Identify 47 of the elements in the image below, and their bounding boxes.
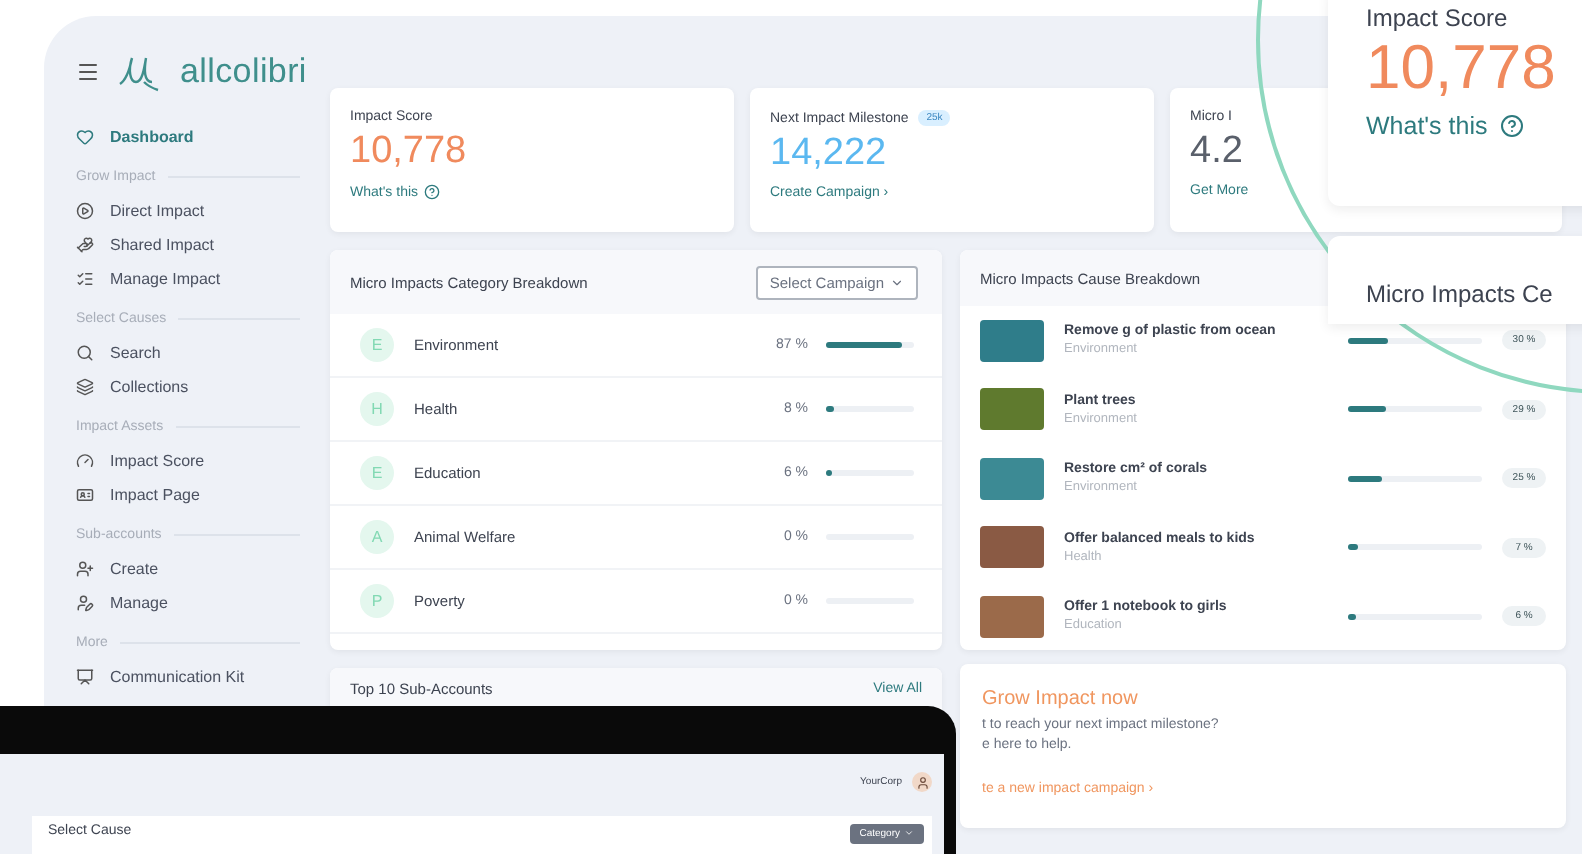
sidebar-icon — [76, 594, 94, 612]
sidebar-icon — [76, 344, 94, 362]
caret-icon — [890, 275, 904, 289]
photo-placeholder — [980, 319, 1044, 362]
sidebar-icon — [76, 128, 94, 146]
sidebar-icon — [76, 270, 94, 288]
sidebar-item[interactable]: Impact Page — [76, 478, 320, 512]
sidebar-icon — [76, 236, 94, 254]
sidebar-icon — [76, 486, 94, 504]
photo-placeholder — [980, 457, 1044, 500]
sidebar-item[interactable]: Dashboard — [76, 120, 320, 154]
sidebar-icon — [76, 560, 94, 578]
stat-value: 10,778 — [350, 130, 467, 174]
zoomed-value: 10,778 — [1366, 32, 1556, 104]
sidebar-item[interactable]: Create — [76, 552, 320, 586]
category-letter-avatar: E — [360, 328, 394, 362]
photo-placeholder — [980, 595, 1044, 638]
category-letter-avatar: A — [360, 520, 394, 554]
avatar-icon[interactable] — [912, 772, 932, 793]
sidebar-item[interactable]: Collections — [76, 370, 320, 404]
help-icon — [424, 184, 441, 200]
category-letter-avatar: P — [360, 584, 394, 618]
sidebar-item[interactable]: Search — [76, 336, 320, 370]
menu-icon[interactable] — [76, 60, 100, 84]
sidebar-icon — [76, 202, 94, 220]
photo-placeholder — [980, 388, 1044, 431]
sidebar-icon — [76, 378, 94, 396]
zoomed-title: Micro Impacts Ce — [1366, 280, 1553, 308]
sidebar-item[interactable]: Communication Kit — [76, 660, 320, 694]
sidebar-item[interactable]: Manage — [76, 586, 320, 620]
caret-icon — [904, 828, 914, 839]
category-letter-avatar: E — [360, 456, 394, 490]
sidebar-icon — [76, 452, 94, 470]
brand-name: allcolibri — [180, 52, 307, 92]
stat-value: 4.2 — [1190, 130, 1243, 174]
sidebar-item[interactable]: Manage Impact — [76, 262, 320, 296]
zoomed-label: Impact Score — [1366, 4, 1508, 32]
sidebar-item[interactable]: Direct Impact — [76, 194, 320, 228]
help-icon — [1499, 114, 1524, 138]
stat-value: 14,222 — [770, 132, 887, 176]
sidebar-item[interactable]: Impact Score — [76, 444, 320, 478]
sidebar-icon — [76, 668, 94, 686]
grow-title: Grow Impact now — [982, 688, 1138, 710]
sidebar-item[interactable]: Shared Impact — [76, 228, 320, 262]
photo-placeholder — [980, 526, 1044, 569]
category-letter-avatar: H — [360, 392, 394, 426]
zoomed-link[interactable]: What's this — [1366, 112, 1524, 140]
